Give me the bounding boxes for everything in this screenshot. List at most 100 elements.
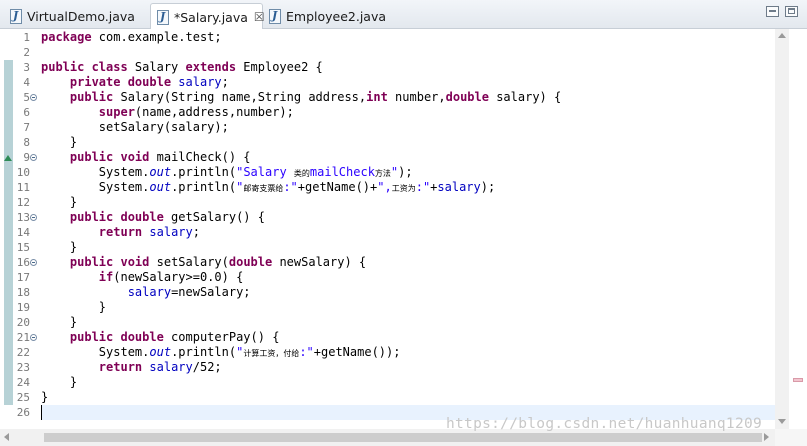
code-area[interactable]: package com.example.test; public class Sa… bbox=[41, 29, 775, 429]
code-token: /52; bbox=[192, 360, 222, 374]
code-line[interactable]: } bbox=[41, 390, 48, 405]
line-number: 13 bbox=[16, 211, 30, 224]
code-line[interactable]: public class Salary extends Employee2 { bbox=[41, 60, 323, 75]
code-token: +getName()); bbox=[313, 345, 401, 359]
code-line[interactable]: public double computerPay() { bbox=[41, 330, 280, 345]
code-line[interactable]: } bbox=[41, 315, 77, 330]
code-token: return bbox=[98, 360, 143, 374]
code-line[interactable]: public double getSalary() { bbox=[41, 210, 265, 225]
watermark: https://blog.csdn.net/huanhuanq1209 bbox=[446, 416, 763, 432]
code-token: System. bbox=[41, 165, 150, 179]
fold-collapse-icon[interactable] bbox=[30, 94, 37, 101]
minimize-icon[interactable] bbox=[766, 6, 779, 17]
line-number: 6 bbox=[23, 106, 30, 119]
code-token: int bbox=[366, 90, 388, 104]
code-token: mailCheck() { bbox=[149, 150, 251, 164]
tab-salary[interactable]: *Salary.java ☒ bbox=[150, 3, 265, 30]
code-line[interactable]: } bbox=[41, 375, 77, 390]
code-token: +getName()+ bbox=[297, 180, 378, 194]
code-token: public void bbox=[69, 150, 150, 164]
line-number: 8 bbox=[23, 136, 30, 149]
code-token: .println( bbox=[171, 165, 237, 179]
code-token: mailCheck bbox=[309, 165, 375, 179]
tab-employee2[interactable]: Employee2.java bbox=[263, 3, 403, 29]
overview-ruler[interactable] bbox=[790, 29, 807, 429]
line-number: 19 bbox=[16, 301, 30, 314]
code-token: ); bbox=[480, 180, 496, 194]
fold-collapse-icon[interactable] bbox=[30, 214, 37, 221]
line-number: 3 bbox=[23, 61, 30, 74]
maximize-icon[interactable] bbox=[785, 6, 798, 17]
code-line[interactable]: return salary/52; bbox=[41, 360, 222, 375]
code-line[interactable]: salary=newSalary; bbox=[41, 285, 251, 300]
tab-virtualdemo[interactable]: VirtualDemo.java bbox=[4, 3, 150, 29]
code-line[interactable]: System.out.println("邮寄支票给:"+getName()+",… bbox=[41, 180, 495, 195]
line-number: 2 bbox=[23, 46, 30, 59]
java-file-icon bbox=[269, 8, 281, 24]
code-line[interactable]: public Salary(String name,String address… bbox=[41, 90, 561, 105]
fold-collapse-icon[interactable] bbox=[30, 334, 37, 341]
tab-label: VirtualDemo.java bbox=[27, 8, 135, 24]
code-token: public double bbox=[69, 330, 164, 344]
code-token: 方法 bbox=[374, 169, 391, 178]
scroll-up-icon[interactable] bbox=[778, 33, 786, 38]
vertical-scrollbar[interactable] bbox=[775, 29, 789, 429]
code-line[interactable]: System.out.println("计算工资，付给:"+getName())… bbox=[41, 345, 401, 360]
overview-marker[interactable] bbox=[793, 378, 803, 382]
code-token: out bbox=[149, 165, 172, 179]
code-token: double bbox=[445, 90, 489, 104]
code-editor[interactable]: 1 2 3 4 5 6 7 8 9 10 11 12 13 14 15 16 17 18 19 20 21 22 23 24 2… bbox=[0, 29, 807, 446]
code-token: 计算工资，付给 bbox=[243, 349, 300, 358]
code-line[interactable]: } bbox=[41, 135, 77, 150]
code-line[interactable]: } bbox=[41, 195, 77, 210]
text-caret bbox=[41, 405, 42, 420]
code-line[interactable]: super(name,address,number); bbox=[41, 105, 294, 120]
code-line[interactable]: private double salary; bbox=[41, 75, 229, 90]
code-token: public double bbox=[69, 210, 164, 224]
code-token: .println( bbox=[171, 345, 237, 359]
line-number: 1 bbox=[23, 31, 30, 44]
code-line[interactable]: setSalary(salary); bbox=[41, 120, 229, 135]
fold-collapse-icon[interactable] bbox=[30, 259, 37, 266]
code-token: setSalary( bbox=[149, 255, 229, 269]
code-token: number, bbox=[387, 90, 446, 104]
scroll-right-icon[interactable] bbox=[764, 433, 769, 441]
line-number: 7 bbox=[23, 121, 30, 134]
code-line[interactable]: } bbox=[41, 240, 77, 255]
code-token: } bbox=[41, 240, 78, 254]
code-token: .println( bbox=[171, 180, 237, 194]
override-indicator-icon[interactable] bbox=[4, 155, 12, 161]
code-line[interactable]: System.out.println("Salary 类的mailCheck方法… bbox=[41, 165, 413, 180]
code-line[interactable]: public void setSalary(double newSalary) … bbox=[41, 255, 366, 270]
code-token: salary bbox=[127, 285, 172, 299]
code-token: package bbox=[41, 30, 92, 44]
code-token: ); bbox=[398, 165, 413, 179]
scroll-left-icon[interactable] bbox=[4, 433, 9, 441]
code-line[interactable]: return salary; bbox=[41, 225, 200, 240]
code-token: "Salary bbox=[236, 165, 294, 179]
line-number: 14 bbox=[16, 226, 30, 239]
scroll-down-icon[interactable] bbox=[778, 419, 786, 424]
horizontal-scroll-thumb[interactable] bbox=[44, 433, 762, 442]
code-line[interactable]: if(newSalary>=0.0) { bbox=[41, 270, 244, 285]
code-token: ; bbox=[221, 75, 229, 89]
code-line[interactable]: } bbox=[41, 300, 106, 315]
line-number: 23 bbox=[16, 361, 30, 374]
code-token: :" bbox=[283, 180, 298, 194]
fold-collapse-icon[interactable] bbox=[30, 154, 37, 161]
java-file-icon bbox=[157, 9, 169, 25]
fold-range-strip bbox=[4, 60, 13, 405]
code-token: public class bbox=[41, 60, 128, 74]
code-line[interactable]: package com.example.test; bbox=[41, 30, 222, 45]
scroll-corner bbox=[775, 429, 807, 446]
code-token: out bbox=[149, 345, 172, 359]
code-line[interactable]: public void mailCheck() { bbox=[41, 150, 251, 165]
line-number: 10 bbox=[16, 166, 30, 179]
code-token: 邮寄支票给 bbox=[243, 184, 284, 193]
code-token: newSalary) { bbox=[272, 255, 367, 269]
code-token: :" bbox=[415, 180, 431, 194]
tab-label: *Salary.java bbox=[174, 9, 248, 25]
